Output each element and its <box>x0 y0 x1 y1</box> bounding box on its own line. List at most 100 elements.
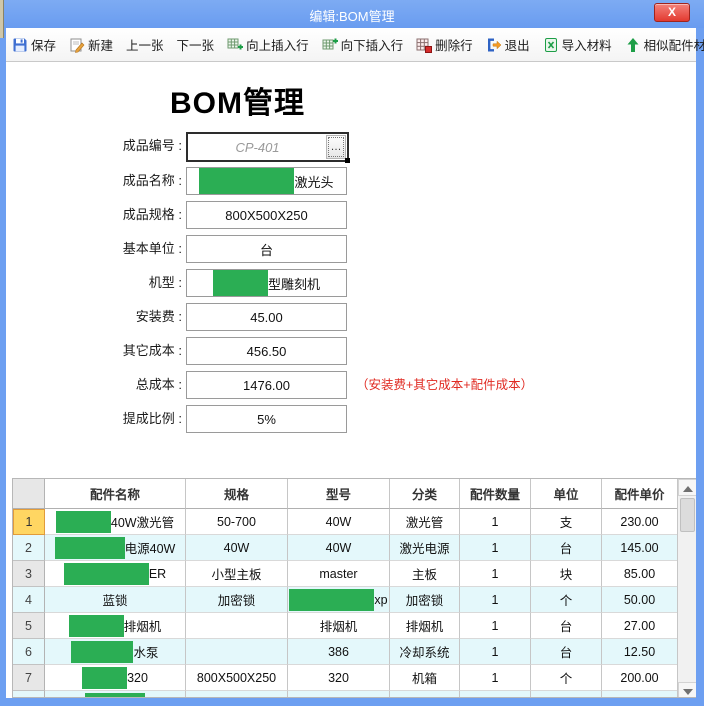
table-vertical-scrollbar[interactable] <box>677 479 696 697</box>
unit-cell[interactable]: 台 <box>531 613 602 639</box>
qty-cell[interactable]: 1 <box>460 535 531 561</box>
total-cost-input[interactable]: 1476.00 <box>186 371 347 399</box>
qty-cell[interactable]: 1 <box>460 587 531 613</box>
previous-button[interactable]: 上一张 <box>126 35 164 54</box>
category-cell[interactable]: 激光电源 <box>390 535 460 561</box>
model-cell[interactable]: 320 <box>288 665 390 691</box>
name-cell[interactable]: 320 <box>45 665 186 691</box>
browse-button[interactable]: … <box>326 135 346 159</box>
table-row[interactable]: 2 电源40W 40W 40W 激光电源 1 台 145.00 <box>13 535 678 561</box>
unit-cell[interactable]: 个 <box>531 587 602 613</box>
unit-cell[interactable] <box>531 691 602 697</box>
model-cell[interactable]: xp <box>288 587 390 613</box>
column-header-unit[interactable]: 单位 <box>531 479 602 509</box>
unit-cell[interactable]: 台 <box>531 639 602 665</box>
category-cell[interactable]: 排烟机 <box>390 613 460 639</box>
row-number-cell[interactable]: 5 <box>13 613 45 639</box>
table-row[interactable]: 3 ER 小型主板 master 主板 1 块 85.00 <box>13 561 678 587</box>
unit-cell[interactable]: 支 <box>531 509 602 535</box>
price-cell[interactable]: 27.00 <box>602 613 678 639</box>
spec-cell[interactable] <box>186 639 288 665</box>
category-cell[interactable]: 机箱 <box>390 665 460 691</box>
import-materials-button[interactable]: 导入材料 <box>543 35 612 54</box>
table-row[interactable]: 4 蓝锁 加密锁 xp 加密锁 1 个 50.00 <box>13 587 678 613</box>
column-header-price[interactable]: 配件单价 <box>602 479 678 509</box>
qty-cell[interactable]: 1 <box>460 639 531 665</box>
column-header-spec[interactable]: 规格 <box>186 479 288 509</box>
similar-parts-entry-button[interactable]: 相似配件材料录入 <box>625 35 704 54</box>
column-header-qty[interactable]: 配件数量 <box>460 479 531 509</box>
column-header-name[interactable]: 配件名称 <box>45 479 186 509</box>
save-button[interactable]: 保存 <box>12 35 56 54</box>
category-cell[interactable]: 激光管 <box>390 509 460 535</box>
table-row-partial[interactable] <box>13 691 678 697</box>
model-cell[interactable] <box>288 691 390 697</box>
price-cell[interactable]: 50.00 <box>602 587 678 613</box>
unit-cell[interactable]: 台 <box>531 535 602 561</box>
price-cell[interactable]: 230.00 <box>602 509 678 535</box>
machine-model-input[interactable]: 型雕刻机 <box>186 269 347 297</box>
product-name-input[interactable]: 激光头 <box>186 167 347 195</box>
table-row[interactable]: 1 40W激光管 50-700 40W 激光管 1 支 230.00 <box>13 509 678 535</box>
spec-cell[interactable] <box>186 691 288 697</box>
price-cell[interactable]: 200.00 <box>602 665 678 691</box>
table-row[interactable]: 6 水泵 386 冷却系统 1 台 12.50 <box>13 639 678 665</box>
other-cost-input[interactable]: 456.50 <box>186 337 347 365</box>
product-spec-input[interactable]: 800X500X250 <box>186 201 347 229</box>
name-cell[interactable] <box>45 691 186 697</box>
model-cell[interactable]: 40W <box>288 535 390 561</box>
column-header-category[interactable]: 分类 <box>390 479 460 509</box>
model-cell[interactable]: master <box>288 561 390 587</box>
price-cell[interactable]: 12.50 <box>602 639 678 665</box>
base-unit-input[interactable]: 台 <box>186 235 347 263</box>
name-cell[interactable]: 电源40W <box>45 535 186 561</box>
qty-cell[interactable]: 1 <box>460 665 531 691</box>
scrollbar-thumb[interactable] <box>680 498 695 532</box>
spec-cell[interactable]: 50-700 <box>186 509 288 535</box>
spec-cell[interactable]: 800X500X250 <box>186 665 288 691</box>
new-button[interactable]: 新建 <box>69 35 113 54</box>
unit-cell[interactable]: 块 <box>531 561 602 587</box>
column-header-model[interactable]: 型号 <box>288 479 390 509</box>
insert-row-below-button[interactable]: 向下插入行 <box>322 35 403 54</box>
product-code-input[interactable]: CP-401 … <box>186 132 350 163</box>
category-cell[interactable]: 主板 <box>390 561 460 587</box>
spec-cell[interactable] <box>186 613 288 639</box>
row-number-cell[interactable] <box>13 691 45 697</box>
scroll-down-button[interactable] <box>678 682 696 697</box>
row-number-cell[interactable]: 4 <box>13 587 45 613</box>
name-cell[interactable]: 排烟机 <box>45 613 186 639</box>
qty-cell[interactable] <box>460 691 531 697</box>
scroll-up-button[interactable] <box>678 479 696 496</box>
category-cell[interactable]: 冷却系统 <box>390 639 460 665</box>
price-cell[interactable]: 85.00 <box>602 561 678 587</box>
row-number-cell[interactable]: 7 <box>13 665 45 691</box>
table-row[interactable]: 5 排烟机 排烟机 排烟机 1 台 27.00 <box>13 613 678 639</box>
name-cell[interactable]: 蓝锁 <box>45 587 186 613</box>
name-cell[interactable]: 水泵 <box>45 639 186 665</box>
row-number-cell[interactable]: 6 <box>13 639 45 665</box>
name-cell[interactable]: ER <box>45 561 186 587</box>
unit-cell[interactable]: 个 <box>531 665 602 691</box>
row-number-cell[interactable]: 3 <box>13 561 45 587</box>
category-cell[interactable] <box>390 691 460 697</box>
spec-cell[interactable]: 加密锁 <box>186 587 288 613</box>
install-fee-input[interactable]: 45.00 <box>186 303 347 331</box>
exit-button[interactable]: 退出 <box>486 35 530 54</box>
spec-cell[interactable]: 小型主板 <box>186 561 288 587</box>
spec-cell[interactable]: 40W <box>186 535 288 561</box>
model-cell[interactable]: 386 <box>288 639 390 665</box>
name-cell[interactable]: 40W激光管 <box>45 509 186 535</box>
qty-cell[interactable]: 1 <box>460 509 531 535</box>
row-number-cell[interactable]: 1 <box>13 509 45 535</box>
insert-row-above-button[interactable]: 向上插入行 <box>227 35 309 54</box>
model-cell[interactable]: 排烟机 <box>288 613 390 639</box>
price-cell[interactable]: 145.00 <box>602 535 678 561</box>
close-button[interactable]: X <box>654 3 690 22</box>
model-cell[interactable]: 40W <box>288 509 390 535</box>
commission-rate-input[interactable]: 5% <box>186 405 347 433</box>
next-button[interactable]: 下一张 <box>177 35 215 54</box>
qty-cell[interactable]: 1 <box>460 613 531 639</box>
row-number-cell[interactable]: 2 <box>13 535 45 561</box>
delete-row-button[interactable]: 删除行 <box>416 35 473 54</box>
